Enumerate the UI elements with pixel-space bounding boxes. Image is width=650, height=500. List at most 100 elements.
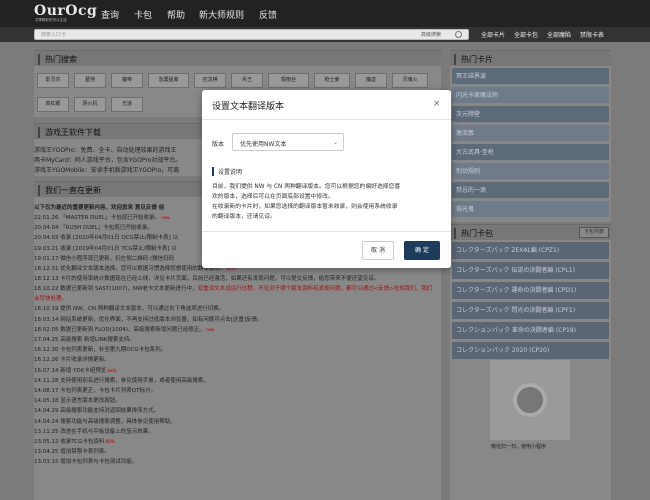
advanced-search-link[interactable]: 高级搜索 xyxy=(421,31,441,38)
hot-pack-item[interactable]: コレクターズパック 閃光の決闘者編 (CPF1) xyxy=(452,302,609,320)
update-item: 16.12.30 卡包列表更新，补全第九期OCG卡包系列。 xyxy=(34,345,166,353)
update-date: 17.04.25 xyxy=(34,337,61,343)
update-date: 18.12.31 xyxy=(34,266,61,272)
update-text: 提供 NW、CN 两种翻译文本版本，可以通过右下角选项进行切换。 xyxy=(60,306,225,313)
nav-query[interactable]: 查询 xyxy=(101,8,119,21)
update-item: 18.02.05 数据已更新到 FLOD(1004)，高级搜索新增问题已经修正。… xyxy=(34,325,214,333)
update-date: 20.04.03 xyxy=(34,235,61,242)
update-text: 搜索功能与高级搜索调整，具体参见使用帮助。 xyxy=(60,418,176,425)
version-select[interactable]: 优先使用NW文本 ⌄ xyxy=(232,133,344,151)
hot-tag[interactable]: 魔帝 xyxy=(111,73,143,88)
nav-packs[interactable]: 卡包 xyxy=(134,8,152,21)
site-logo-subtitle: 共享精彩的决斗生活 xyxy=(35,18,67,22)
update-date: 14.04.29 xyxy=(34,408,61,415)
pack-list-button[interactable]: 卡包列表 xyxy=(579,227,609,238)
note-title: 设置说明 xyxy=(212,167,242,176)
search-input[interactable]: 搜索入口卡 高级搜索 xyxy=(34,29,469,40)
all-cards-link[interactable]: 全部卡片 xyxy=(481,30,505,39)
update-text: 支持使用別名进行搜索，参见使用手册，或者使用高级搜索。 xyxy=(60,377,209,384)
hot-tag[interactable]: 阴火机 xyxy=(74,97,106,112)
chevron-down-icon: ⌄ xyxy=(333,139,339,146)
nav-master-rules[interactable]: 新大师规则 xyxy=(199,8,244,21)
update-date: 13.03.15 xyxy=(34,459,61,466)
hot-tag[interactable]: 魔虚 xyxy=(355,73,387,88)
banlist-link[interactable]: 禁限卡表 xyxy=(580,30,604,39)
software-ygopro-text[interactable]: 游戏王YGOPro：免费、全卡、自动处理效果的游戏王 xyxy=(34,145,177,154)
modal-title: 设置文本翻译版本 xyxy=(212,102,285,112)
hot-card-item[interactable]: 冥王结界波 xyxy=(452,68,609,85)
update-text: 高级搜索功能支持对返回结果排序方式。 xyxy=(60,408,160,415)
hot-tag[interactable]: 真红眼 xyxy=(37,97,69,112)
update-text: 卡包列表更新，补全第九期OCG卡包系列。 xyxy=(60,347,167,354)
update-date: 18.12.13 xyxy=(34,276,61,283)
hot-pack-item[interactable]: コレクションパック 2020 (CP20) xyxy=(452,342,609,360)
site-logo[interactable]: OurOcg xyxy=(34,3,97,19)
version-label: 版本 xyxy=(212,141,225,148)
update-date: 14.04.24 xyxy=(34,418,61,425)
update-text: 高级搜索 新增LINK搜索支持。 xyxy=(60,337,135,343)
qr-caption: 微信扫一扫，使用小程序 xyxy=(491,444,547,450)
hot-cards-header: 热门卡片 xyxy=(450,50,611,66)
hot-packs-title: 热门卡包 xyxy=(454,228,493,239)
update-item: 20.04.04 「RUSH DUEL」卡包现已开始收录。 xyxy=(34,223,153,231)
update-date: 14.11.28 xyxy=(34,377,61,384)
update-item: 19.03.21 收录 [2019年04月01日 TCG禁止/限制卡表] 以 xyxy=(34,244,177,252)
update-item: 14.08.17 卡包列表更正，卡包卡片列表OT标分。 xyxy=(34,386,156,394)
hot-pack-item[interactable]: コレクターズパック 運命の決闘者編 (CPD1) xyxy=(452,282,609,300)
hot-card-item[interactable]: 倍光鬼 xyxy=(452,201,609,218)
updates-title: 我们一直在更新 xyxy=(38,185,101,196)
update-item: 16.12.26 卡片收录详情更新。 xyxy=(34,355,110,363)
update-item: 13.05.12 收录TCG卡包资料 80% xyxy=(34,437,115,445)
update-item: 13.03.15 增加卡包列表与卡包测试功能。 xyxy=(34,457,137,465)
software-mycard-text[interactable]: 两卡MyCard：同人游戏平台，包含YGOPro对战平台。 xyxy=(34,155,181,164)
update-text: 「RUSH DUEL」卡包现已开始收录。 xyxy=(60,225,153,232)
close-icon[interactable]: × xyxy=(433,99,441,109)
update-text: 网站系统更新，优化界面，不再支持过低版本浏览器，如有问题可点击[还重]反馈。 xyxy=(60,316,263,323)
update-date: 20.04.04 xyxy=(34,225,61,232)
update-date: 18.02.05 xyxy=(34,326,61,333)
nav-help[interactable]: 帮助 xyxy=(167,8,185,21)
update-date: 18.03.14 xyxy=(34,316,61,323)
update-badge: new xyxy=(159,215,170,220)
update-date: 13.11.25 xyxy=(34,428,61,435)
update-badge: new xyxy=(204,326,215,332)
nav-feedback[interactable]: 反馈 xyxy=(259,8,277,21)
hot-card-item[interactable]: 次元障壁 xyxy=(452,106,609,123)
hot-tag[interactable]: 影灵衣 xyxy=(37,73,69,88)
hot-card-item[interactable]: 大古武具·圣枪 xyxy=(452,144,609,161)
hot-tag[interactable]: 斥王 xyxy=(231,73,263,88)
hot-card-item[interactable]: 激流葬 xyxy=(452,125,609,142)
update-date: 18.10.19 xyxy=(34,306,61,313)
hot-pack-item[interactable]: コレクションパック 革命の決闘者編 (CP19) xyxy=(452,322,609,340)
all-spells-link[interactable]: 全部魔陷 xyxy=(547,30,571,39)
hot-pack-item[interactable]: コレクターズパック ZEXAL編 (CPZ1) xyxy=(452,242,609,260)
hot-tag[interactable]: 灵魂火 xyxy=(392,73,428,88)
search-icon[interactable] xyxy=(455,31,462,38)
update-text: 收录TCG卡包资料 xyxy=(60,439,105,445)
software-title: 游戏王软件下载 xyxy=(38,127,101,138)
cancel-button[interactable]: 取 消 xyxy=(362,241,394,260)
hot-card-item[interactable]: 禁忌的一滴 xyxy=(452,182,609,199)
hot-card-item[interactable]: 闪光卡家魔法师 xyxy=(452,87,609,104)
hot-tag[interactable]: 墓地 xyxy=(74,73,106,88)
confirm-button[interactable]: 确 定 xyxy=(404,241,440,260)
software-ygomobile-text[interactable]: 游戏王YGOMobile：安卓手机版游戏王YGOPro，可离 xyxy=(34,165,179,174)
qr-logo-icon xyxy=(513,383,547,417)
update-item: 13.11.25 改进在手机与平板设备上的显示效果。 xyxy=(34,427,154,435)
hot-card-item[interactable]: 别动规则 xyxy=(452,163,609,180)
all-packs-link[interactable]: 全部卡包 xyxy=(514,30,538,39)
hot-tag[interactable]: 瑕丽丝 xyxy=(268,73,309,88)
modal-divider xyxy=(202,231,451,232)
update-badge: beta xyxy=(106,367,117,373)
hot-tag[interactable]: 枪士姜 xyxy=(314,73,350,88)
update-text: 增加卡包列表与卡包测试功能。 xyxy=(60,459,138,466)
hot-tag[interactable]: 召龙棋 xyxy=(194,73,226,88)
hot-tag[interactable]: 急襲猛禽 xyxy=(148,73,189,88)
update-text: 数据已更新到 FLOD(1004)，高级搜索新增问题已经修正。 xyxy=(60,326,205,333)
hot-pack-item[interactable]: コレクターズパック 伝説の決闘者編 (CPL1) xyxy=(452,262,609,280)
hot-tag[interactable]: 光道 xyxy=(111,97,143,112)
update-date: 14.05.18 xyxy=(34,398,61,405)
update-date: 22.01.26 xyxy=(34,215,61,221)
update-date: 16.12.26 xyxy=(34,357,61,364)
update-text: 显示语言版本更改按钮。 xyxy=(60,398,121,405)
